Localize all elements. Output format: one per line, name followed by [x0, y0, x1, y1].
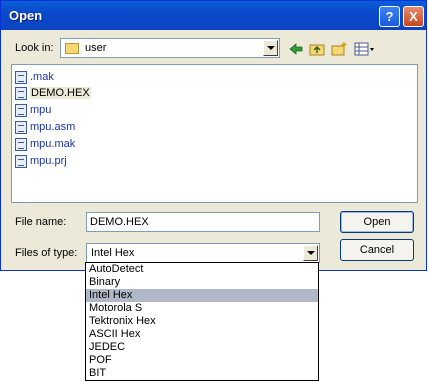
file-type-option-selected[interactable]: Intel Hex: [86, 289, 318, 302]
file-item-selected[interactable]: DEMO.HEX: [15, 85, 91, 101]
file-item[interactable]: mpu.asm: [15, 119, 75, 135]
document-icon: [15, 70, 27, 84]
view-menu-icon[interactable]: [354, 41, 376, 57]
document-icon: [15, 137, 27, 151]
file-item[interactable]: .mak: [15, 69, 54, 85]
chevron-down-icon[interactable]: [303, 245, 318, 261]
file-type-dropdown[interactable]: AutoDetect Binary Intel Hex Motorola S T…: [85, 262, 319, 381]
look-in-value: user: [85, 42, 107, 54]
up-folder-icon[interactable]: [309, 41, 325, 57]
file-name: mpu.mak: [30, 138, 76, 150]
chevron-down-icon[interactable]: [263, 40, 278, 56]
file-name: DEMO.HEX: [30, 87, 91, 99]
file-name-label: File name:: [15, 216, 67, 228]
document-icon: [15, 154, 27, 168]
file-name: mpu: [30, 104, 52, 116]
file-type-option[interactable]: Binary: [86, 276, 318, 289]
file-name: mpu.prj: [30, 155, 67, 167]
file-type-option[interactable]: Tektronix Hex: [86, 315, 318, 328]
file-type-option[interactable]: BIT: [86, 367, 318, 380]
executable-icon: [15, 103, 27, 117]
title-bar[interactable]: Open ? X: [1, 1, 426, 30]
file-name-input[interactable]: DEMO.HEX: [86, 212, 320, 232]
document-icon: [15, 120, 27, 134]
file-item[interactable]: mpu.mak: [15, 136, 75, 152]
file-item[interactable]: mpu.prj: [15, 153, 67, 169]
back-icon[interactable]: [288, 41, 304, 57]
help-button[interactable]: ?: [379, 6, 400, 27]
new-folder-icon[interactable]: [331, 41, 347, 57]
file-type-option[interactable]: POF: [86, 354, 318, 367]
open-dialog: Open ? X Look in: user .mak DEMO.HEX mpu…: [0, 0, 427, 271]
file-type-label: Files of type:: [15, 247, 78, 259]
folder-icon: [65, 43, 79, 54]
file-type-option[interactable]: ASCII Hex: [86, 328, 318, 341]
file-type-value: Intel Hex: [91, 247, 135, 259]
window-title: Open: [9, 8, 43, 23]
look-in-combo[interactable]: user: [60, 38, 280, 58]
close-button[interactable]: X: [403, 6, 424, 27]
cancel-button[interactable]: Cancel: [340, 239, 414, 261]
file-type-option[interactable]: Motorola S: [86, 302, 318, 315]
file-type-select[interactable]: Intel Hex: [86, 243, 320, 263]
file-type-option[interactable]: AutoDetect: [86, 263, 318, 276]
file-type-option[interactable]: JEDEC: [86, 341, 318, 354]
file-name: .mak: [30, 71, 54, 83]
open-button[interactable]: Open: [340, 211, 414, 233]
document-icon: [15, 86, 27, 100]
look-in-label: Look in:: [15, 42, 54, 54]
file-list[interactable]: .mak DEMO.HEX mpu mpu.asm mpu.mak mpu.pr…: [11, 64, 418, 203]
file-name: mpu.asm: [30, 121, 76, 133]
file-item[interactable]: mpu: [15, 102, 51, 118]
